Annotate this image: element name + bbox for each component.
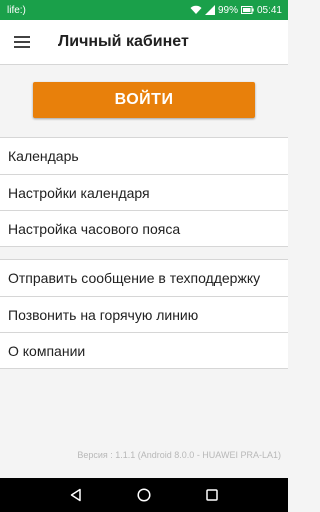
home-icon[interactable] <box>135 486 153 504</box>
login-section: ВОЙТИ <box>0 65 288 137</box>
menu-item-about-company[interactable]: О компании <box>0 332 288 368</box>
menu-group-support: Отправить сообщение в техподдержку Позво… <box>0 259 288 369</box>
menu-item-timezone-settings[interactable]: Настройка часового пояса <box>0 210 288 246</box>
login-button[interactable]: ВОЙТИ <box>33 82 255 118</box>
status-icons: 99% 05:41 <box>190 5 282 16</box>
menu-item-calendar-settings[interactable]: Настройки календаря <box>0 174 288 210</box>
menu-item-call-hotline[interactable]: Позвонить на горячую линию <box>0 296 288 332</box>
hamburger-menu-icon[interactable] <box>0 20 44 64</box>
system-nav-bar <box>0 478 288 512</box>
status-bar: life:) 99% 05:41 <box>0 0 288 20</box>
app-toolbar: Личный кабинет <box>0 20 288 65</box>
recents-icon[interactable] <box>203 486 221 504</box>
carrier-name: life:) <box>7 4 26 16</box>
signal-icon <box>204 5 215 15</box>
page-title: Личный кабинет <box>58 33 189 50</box>
menu-item-calendar[interactable]: Календарь <box>0 138 288 174</box>
wifi-icon <box>190 5 202 15</box>
back-icon[interactable] <box>67 486 85 504</box>
battery-percent: 99% <box>217 4 238 16</box>
clock: 05:41 <box>256 4 282 16</box>
battery-icon <box>240 6 254 14</box>
menu-item-send-support-message[interactable]: Отправить сообщение в техподдержку <box>0 260 288 296</box>
version-label: Версия : 1.1.1 (Android 8.0.0 - HUAWEI P… <box>77 450 281 460</box>
menu-group-calendar: Календарь Настройки календаря Настройка … <box>0 137 288 247</box>
